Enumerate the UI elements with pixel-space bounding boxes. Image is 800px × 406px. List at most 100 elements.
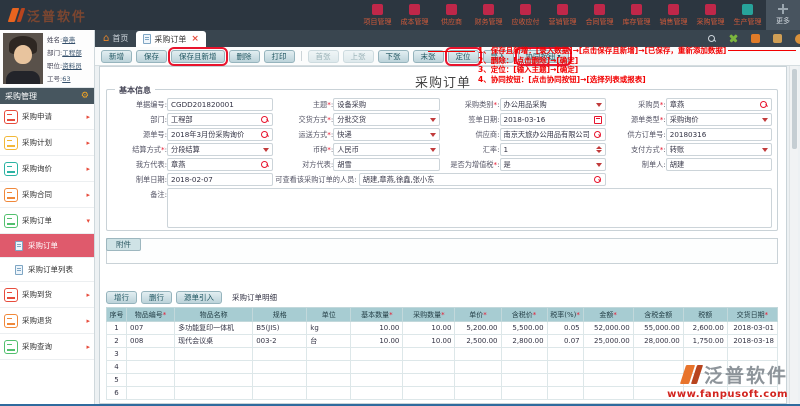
sidebar-item-purchase-request[interactable]: 采购申请 ▸ [0, 104, 94, 130]
detail-cell[interactable] [253, 348, 307, 361]
detail-cell[interactable] [307, 387, 351, 400]
detail-cell[interactable]: 003-2 [253, 335, 307, 348]
detail-cell[interactable] [175, 387, 253, 400]
detail-cell[interactable] [307, 374, 351, 387]
dropdown-icon[interactable] [430, 133, 436, 137]
detail-cell[interactable]: 台 [307, 335, 351, 348]
detail-cell[interactable]: 现代会议桌 [175, 335, 253, 348]
topnav-item-supplier[interactable]: 供应商 [433, 0, 470, 30]
gear-icon[interactable] [795, 34, 800, 44]
detail-cell[interactable] [403, 374, 455, 387]
source-no-input[interactable]: 2018年3月份采购询价 [167, 128, 273, 141]
detail-cell[interactable] [455, 348, 501, 361]
make-date-input[interactable]: 2018-02-07 [167, 173, 273, 186]
sidebar-subitem-purchase-order[interactable]: 采购订单 [0, 234, 94, 258]
sign-date-input[interactable]: 2018-03-16 [500, 113, 606, 126]
detail-cell[interactable]: 008 [127, 335, 175, 348]
detail-cell[interactable] [351, 361, 403, 374]
import-source-button[interactable]: 源单引入 [176, 291, 222, 304]
detail-cell[interactable] [253, 374, 307, 387]
vertical-scrollbar[interactable] [789, 47, 798, 404]
detail-cell[interactable]: 10.00 [351, 322, 403, 335]
detail-cell[interactable] [633, 348, 683, 361]
detail-cell[interactable]: 0.05 [547, 322, 583, 335]
detail-cell[interactable]: 2,600.00 [683, 322, 727, 335]
dropdown-icon[interactable] [762, 148, 768, 152]
search-icon[interactable] [261, 116, 269, 124]
detail-cell[interactable]: 2,800.00 [501, 335, 547, 348]
sidebar-subitem-purchase-order-list[interactable]: 采购订单列表 [0, 258, 94, 282]
dropdown-icon[interactable] [762, 118, 768, 122]
first-record-button[interactable]: 首张 [308, 50, 339, 63]
topnav-item-marketing[interactable]: 营销管理 [544, 0, 581, 30]
detail-cell[interactable]: 5 [107, 374, 127, 387]
pay-mode-select[interactable]: 转账 [666, 143, 772, 156]
detail-cell[interactable] [727, 348, 777, 361]
detail-cell[interactable]: 5,500.00 [501, 322, 547, 335]
dropdown-icon[interactable] [430, 118, 436, 122]
detail-cell[interactable]: 6 [107, 387, 127, 400]
settle-mode-select[interactable]: 分段结算 [167, 143, 273, 156]
stepper-icon[interactable] [596, 146, 602, 154]
detail-cell[interactable] [583, 361, 633, 374]
dropdown-icon[interactable] [263, 148, 269, 152]
subject-input[interactable]: 设备采购 [333, 98, 439, 111]
purchase-type-select[interactable]: 办公用品采购 [500, 98, 606, 111]
topnav-item-finance[interactable]: 财务管理 [470, 0, 507, 30]
detail-cell[interactable] [403, 348, 455, 361]
detail-cell[interactable]: 52,000.00 [583, 322, 633, 335]
dropdown-icon[interactable] [596, 163, 602, 167]
detail-cell[interactable] [253, 387, 307, 400]
save-button[interactable]: 保存 [136, 50, 167, 63]
detail-cell[interactable] [547, 387, 583, 400]
detail-cell[interactable] [175, 361, 253, 374]
detail-cell[interactable] [175, 374, 253, 387]
dept-input[interactable]: 工程部 [167, 113, 273, 126]
detail-cell[interactable] [127, 387, 175, 400]
sidebar-item-purchase-plan[interactable]: 采购计划 ▸ [0, 130, 94, 156]
user-icon[interactable] [751, 34, 760, 43]
topnav-item-purchase[interactable]: 采购管理 [692, 0, 729, 30]
order-no-input[interactable]: CGDD201820001 [167, 98, 273, 111]
delete-button[interactable]: 删除 [229, 50, 260, 63]
attachment-button[interactable]: 附件 [106, 238, 141, 251]
transport-mode-select[interactable]: 快递 [333, 128, 439, 141]
detail-cell[interactable] [501, 374, 547, 387]
viewers-input[interactable]: 胡建,章燕,徐鑫,张小东 [359, 173, 606, 186]
detail-cell[interactable] [307, 348, 351, 361]
vat-select[interactable]: 是 [500, 158, 606, 171]
detail-cell[interactable] [501, 348, 547, 361]
detail-cell[interactable]: 多功能复印一体机 [175, 322, 253, 335]
tab-home[interactable]: ⌂ 首页 [95, 30, 136, 47]
topnav-item-cost[interactable]: 成本管理 [396, 0, 433, 30]
remark-textarea[interactable] [167, 188, 772, 228]
detail-cell[interactable] [307, 361, 351, 374]
detail-cell[interactable]: 1 [107, 322, 127, 335]
prev-record-button[interactable]: 上张 [343, 50, 374, 63]
topnav-item-sales[interactable]: 销售管理 [655, 0, 692, 30]
sidebar-item-purchase-arrival[interactable]: 采购到货 ▸ [0, 282, 94, 308]
detail-cell[interactable]: 28,000.00 [633, 335, 683, 348]
contacts-icon[interactable] [773, 34, 782, 43]
detail-cell[interactable]: 2018-03-01 [727, 322, 777, 335]
new-button[interactable]: 新增 [101, 50, 132, 63]
detail-cell[interactable]: 10.00 [351, 335, 403, 348]
purchaser-input[interactable]: 章燕 [666, 98, 772, 111]
detail-cell[interactable]: 4 [107, 361, 127, 374]
detail-cell[interactable] [501, 361, 547, 374]
detail-cell[interactable]: 2,500.00 [455, 335, 501, 348]
detail-cell[interactable] [501, 387, 547, 400]
our-rep-input[interactable]: 章燕 [167, 158, 273, 171]
detail-cell[interactable] [403, 387, 455, 400]
delivery-mode-select[interactable]: 分批交货 [333, 113, 439, 126]
next-record-button[interactable]: 下张 [378, 50, 409, 63]
exchange-rate-stepper[interactable]: 1 [500, 143, 606, 156]
detail-cell[interactable] [547, 348, 583, 361]
detail-cell[interactable] [455, 374, 501, 387]
detail-cell[interactable] [351, 374, 403, 387]
supplier-order-no-input[interactable]: 20180316 [666, 128, 772, 141]
detail-cell[interactable]: 55,000.00 [633, 322, 683, 335]
detail-cell[interactable] [175, 348, 253, 361]
detail-cell[interactable] [351, 387, 403, 400]
topnav-item-project[interactable]: 项目管理 [359, 0, 396, 30]
